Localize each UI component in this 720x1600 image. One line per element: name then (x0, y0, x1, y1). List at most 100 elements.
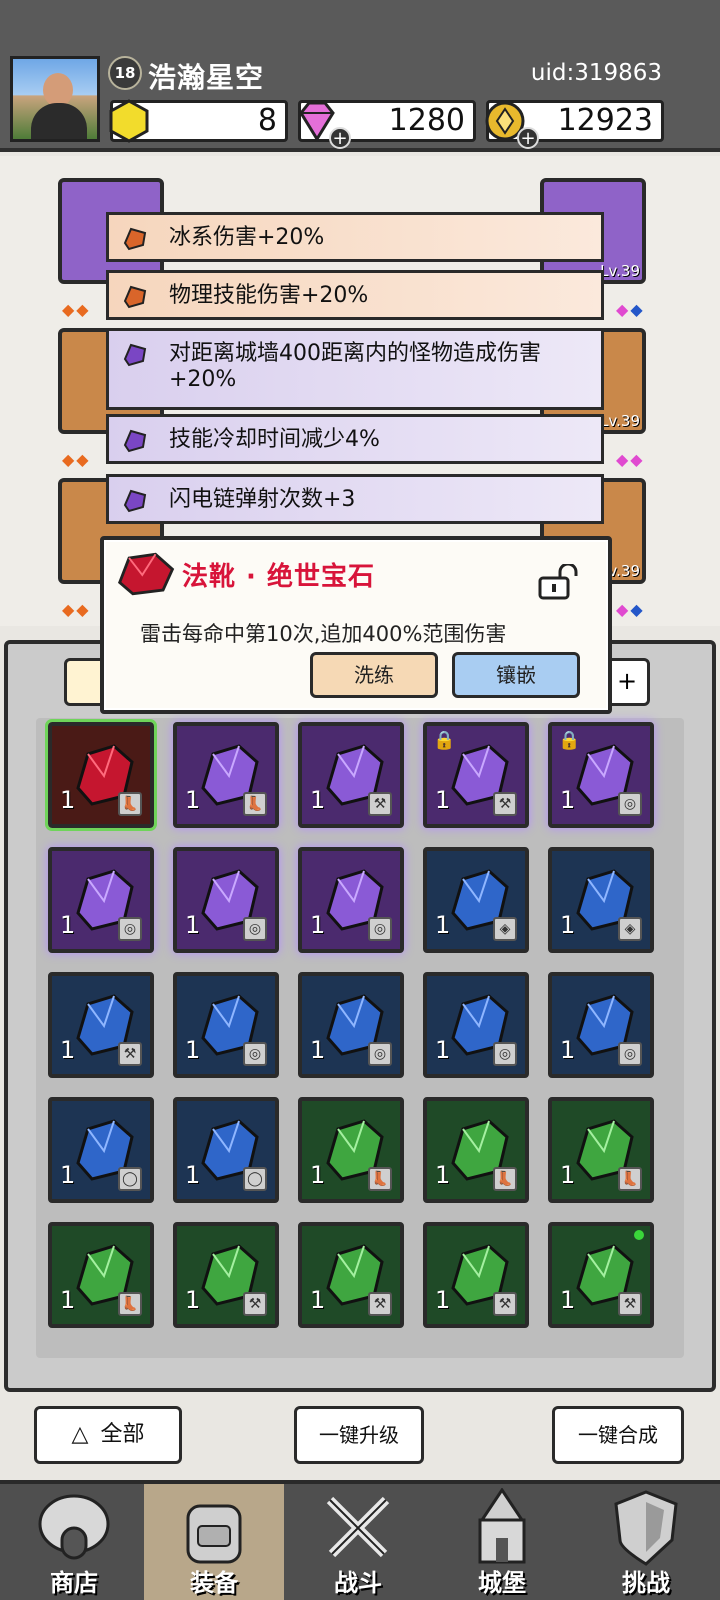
gem-count: 1 (310, 1036, 326, 1064)
gem-count: 1 (310, 786, 326, 814)
affix-text: 物理技能伤害+20% (169, 283, 369, 308)
necklace-slot-icon: ◯ (118, 1167, 142, 1191)
purple-gem-icon (123, 343, 147, 367)
gem-cell-blue[interactable]: 1 ⚒ (48, 972, 154, 1078)
gem-cell-blue[interactable]: 1 ◎ (548, 972, 654, 1078)
orange-gem-icon (123, 285, 147, 309)
gem-count: 1 (435, 911, 451, 939)
gem-cell-blue[interactable]: 1 ◈ (548, 847, 654, 953)
gem-cell-red[interactable]: 1 👢 (45, 719, 157, 831)
gem-count: 1 (60, 911, 76, 939)
refine-button[interactable]: 洗练 (310, 652, 438, 698)
gem-cell-green[interactable]: 1 👢 (298, 1097, 404, 1203)
filter-all-button[interactable]: △ 全部 (34, 1406, 182, 1464)
gold-gem-icon (109, 99, 149, 143)
gem-title: 法靴 · 绝世宝石 (182, 562, 375, 592)
affix-row: 物理技能伤害+20% (106, 270, 604, 320)
staff-slot-icon: ⚒ (118, 1042, 142, 1066)
gem-cell-purple[interactable]: 1 ◎ 🔒 (548, 722, 654, 828)
gem-count: 1 (560, 786, 576, 814)
ring-slot-icon: ◎ (368, 1042, 392, 1066)
lock-icon: 🔒 (433, 730, 456, 751)
gem-count: 1 (560, 1286, 576, 1314)
upgrade-all-button[interactable]: 一键升级 (294, 1406, 424, 1464)
ring-slot-icon: ◎ (618, 1042, 642, 1066)
gem-cell-green[interactable]: 1 👢 (48, 1222, 154, 1328)
gem-cell-green[interactable]: 1 ⚒ (173, 1222, 279, 1328)
gem-cell-blue[interactable]: 1 ◎ (423, 972, 529, 1078)
lock-icon: 🔒 (558, 730, 581, 751)
coin-counter: + 12923 (485, 100, 664, 149)
gem-count: 1 (560, 1036, 576, 1064)
gem-cell-blue[interactable]: 1 ◈ (423, 847, 529, 953)
purple-gem-icon (123, 489, 147, 513)
nav-castle[interactable]: 城堡 (432, 1484, 572, 1600)
gem-cell-purple[interactable]: 1 👢 (173, 722, 279, 828)
nav-equipment[interactable]: 装备 (144, 1484, 284, 1600)
player-uid: uid:319863 (530, 60, 662, 86)
staff-slot-icon: ⚒ (493, 1292, 517, 1316)
ring-slot-icon: ◎ (618, 792, 642, 816)
gem-cell-purple[interactable]: 1 ⚒ 🔒 (423, 722, 529, 828)
gem-count: 1 (560, 1161, 576, 1189)
nav-challenge-label: 挑战 (622, 1569, 670, 1597)
nav-equipment-label: 装备 (190, 1569, 238, 1597)
nav-shop[interactable]: 商店 (4, 1484, 144, 1600)
unlock-icon[interactable] (536, 564, 578, 600)
gem-count: 1 (60, 1036, 76, 1064)
affix-text: 技能冷却时间减少4% (169, 427, 380, 452)
affix-text: 对距离城墙400距离内的怪物造成伤害+20% (169, 341, 541, 392)
nav-battle-label: 战斗 (334, 1569, 382, 1597)
gem-count: 1 (185, 911, 201, 939)
ring-slot-icon: ◎ (243, 1042, 267, 1066)
gem-count: 1 (310, 1161, 326, 1189)
level-badge: 18 (108, 56, 142, 90)
add-diamond-icon[interactable]: + (329, 127, 351, 149)
shop-icon (38, 1494, 110, 1560)
staff-slot-icon: ⚒ (368, 792, 392, 816)
nav-challenge[interactable]: 挑战 (576, 1484, 716, 1600)
gem-socket-dots: ◆◆ (62, 450, 91, 469)
gem-socket-dots: ◆◆ (616, 600, 645, 619)
player-name: 浩瀚星空 (148, 61, 265, 94)
gem-count: 1 (185, 786, 201, 814)
gem-cell-green[interactable]: 1 👢 (548, 1097, 654, 1203)
gem-cell-green[interactable]: 1 ⚒ (548, 1222, 654, 1328)
gem-cell-blue[interactable]: 1 ◎ (173, 972, 279, 1078)
gem-cell-green[interactable]: 1 👢 (423, 1097, 529, 1203)
affix-text: 闪电链弹射次数+3 (169, 487, 356, 512)
gem-cell-green[interactable]: 1 ⚒ (423, 1222, 529, 1328)
gem-count: 1 (60, 1161, 76, 1189)
equip-level: Lv.39 (600, 262, 640, 280)
gem-cell-blue[interactable]: 1 ◎ (298, 972, 404, 1078)
necklace-slot-icon: ◯ (243, 1167, 267, 1191)
gem-cell-purple[interactable]: 1 ◎ (48, 847, 154, 953)
gem-detail-popup: 法靴 · 绝世宝石 雷击每命中第10次,追加400%范围伤害 洗练 镶嵌 (100, 536, 612, 714)
boot-slot-icon: 👢 (118, 792, 142, 816)
merge-all-button[interactable]: 一键合成 (552, 1406, 684, 1464)
coin-value: 12923 (557, 103, 653, 138)
affix-row: 对距离城墙400距离内的怪物造成伤害+20% (106, 328, 604, 410)
gem-cell-purple[interactable]: 1 ◎ (173, 847, 279, 953)
boot-slot-icon: 👢 (118, 1292, 142, 1316)
gem-count: 1 (435, 1036, 451, 1064)
avatar[interactable] (10, 56, 100, 142)
ring-slot-icon: ◎ (368, 917, 392, 941)
gem-cell-green[interactable]: 1 ⚒ (298, 1222, 404, 1328)
add-coin-icon[interactable]: + (517, 127, 539, 149)
nav-battle[interactable]: 战斗 (288, 1484, 428, 1600)
gem-cell-purple[interactable]: 1 ⚒ (298, 722, 404, 828)
boot-slot-icon: 👢 (243, 792, 267, 816)
staff-slot-icon: ⚒ (493, 792, 517, 816)
inlay-button[interactable]: 镶嵌 (452, 652, 580, 698)
affix-row: 冰系伤害+20% (106, 212, 604, 262)
gem-socket-dots: ◆◆ (62, 300, 91, 319)
gem-cell-blue[interactable]: 1 ◯ (173, 1097, 279, 1203)
bottom-nav: 商店 装备 战斗 城堡 挑战 (0, 1480, 720, 1600)
equip-level: Lv.39 (600, 412, 640, 430)
gem-count: 1 (310, 911, 326, 939)
gem-cell-blue[interactable]: 1 ◯ (48, 1097, 154, 1203)
affix-text: 冰系伤害+20% (169, 225, 325, 250)
gem-cell-purple[interactable]: 1 ◎ (298, 847, 404, 953)
affix-row: 闪电链弹射次数+3 (106, 474, 604, 524)
